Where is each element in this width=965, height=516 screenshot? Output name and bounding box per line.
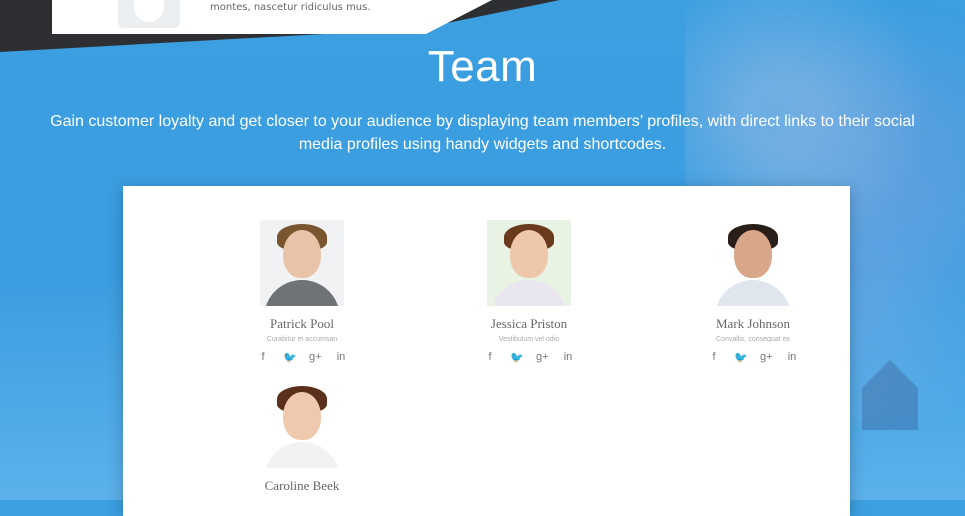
section-subtitle: Gain customer loyalty and get closer to …	[50, 113, 915, 153]
team-member-card: Jessica Priston Vestibulum vel odio f 🐦 …	[444, 220, 614, 364]
google-plus-icon[interactable]: g+	[309, 351, 322, 364]
team-member-card: Caroline Beek	[217, 382, 387, 498]
google-plus-icon[interactable]: g+	[536, 351, 549, 364]
avatar-shoulders	[491, 280, 567, 306]
member-name[interactable]: Mark Johnson	[668, 316, 838, 332]
avatar-face	[283, 230, 321, 278]
avatar[interactable]	[260, 220, 344, 306]
twitter-icon[interactable]: 🐦	[510, 351, 524, 364]
avatar-shoulders	[715, 280, 791, 306]
member-role: Vestibulum vel odio	[498, 336, 560, 343]
linkedin-icon[interactable]: in	[562, 351, 574, 364]
linkedin-icon[interactable]: in	[335, 351, 347, 364]
avatar-shoulders	[264, 442, 340, 468]
section-title: Team	[427, 42, 538, 91]
avatar[interactable]	[260, 382, 344, 468]
social-links: f 🐦 g+ in	[444, 351, 614, 364]
avatar-shoulders	[264, 280, 340, 306]
member-name[interactable]: Caroline Beek	[217, 478, 387, 494]
facebook-icon[interactable]: f	[708, 351, 720, 364]
device-snippet-text: montes, nascetur ridiculus mus.	[210, 2, 371, 13]
avatar-face	[510, 230, 548, 278]
member-name[interactable]: Patrick Pool	[217, 316, 387, 332]
device-avatar-circle	[134, 0, 164, 22]
member-name[interactable]: Jessica Priston	[444, 316, 614, 332]
avatar-face	[734, 230, 772, 278]
facebook-icon[interactable]: f	[484, 351, 496, 364]
avatar-face	[283, 392, 321, 440]
social-links: f 🐦 g+ in	[668, 351, 838, 364]
team-member-card: Mark Johnson Convallis, consequat ex f 🐦…	[668, 220, 838, 364]
twitter-icon[interactable]: 🐦	[283, 351, 297, 364]
linkedin-icon[interactable]: in	[786, 351, 798, 364]
facebook-icon[interactable]: f	[257, 351, 269, 364]
twitter-icon[interactable]: 🐦	[734, 351, 748, 364]
google-plus-icon[interactable]: g+	[760, 351, 773, 364]
avatar[interactable]	[487, 220, 571, 306]
device-avatar	[118, 0, 180, 28]
team-panel: Patrick Pool Curabitur et accumsan f 🐦 g…	[123, 186, 850, 516]
member-role: Convallis, consequat ex	[716, 336, 790, 343]
avatar[interactable]	[711, 220, 795, 306]
team-member-card: Patrick Pool Curabitur et accumsan f 🐦 g…	[217, 220, 387, 364]
member-role: Curabitur et accumsan	[266, 336, 338, 343]
social-links: f 🐦 g+ in	[217, 351, 387, 364]
